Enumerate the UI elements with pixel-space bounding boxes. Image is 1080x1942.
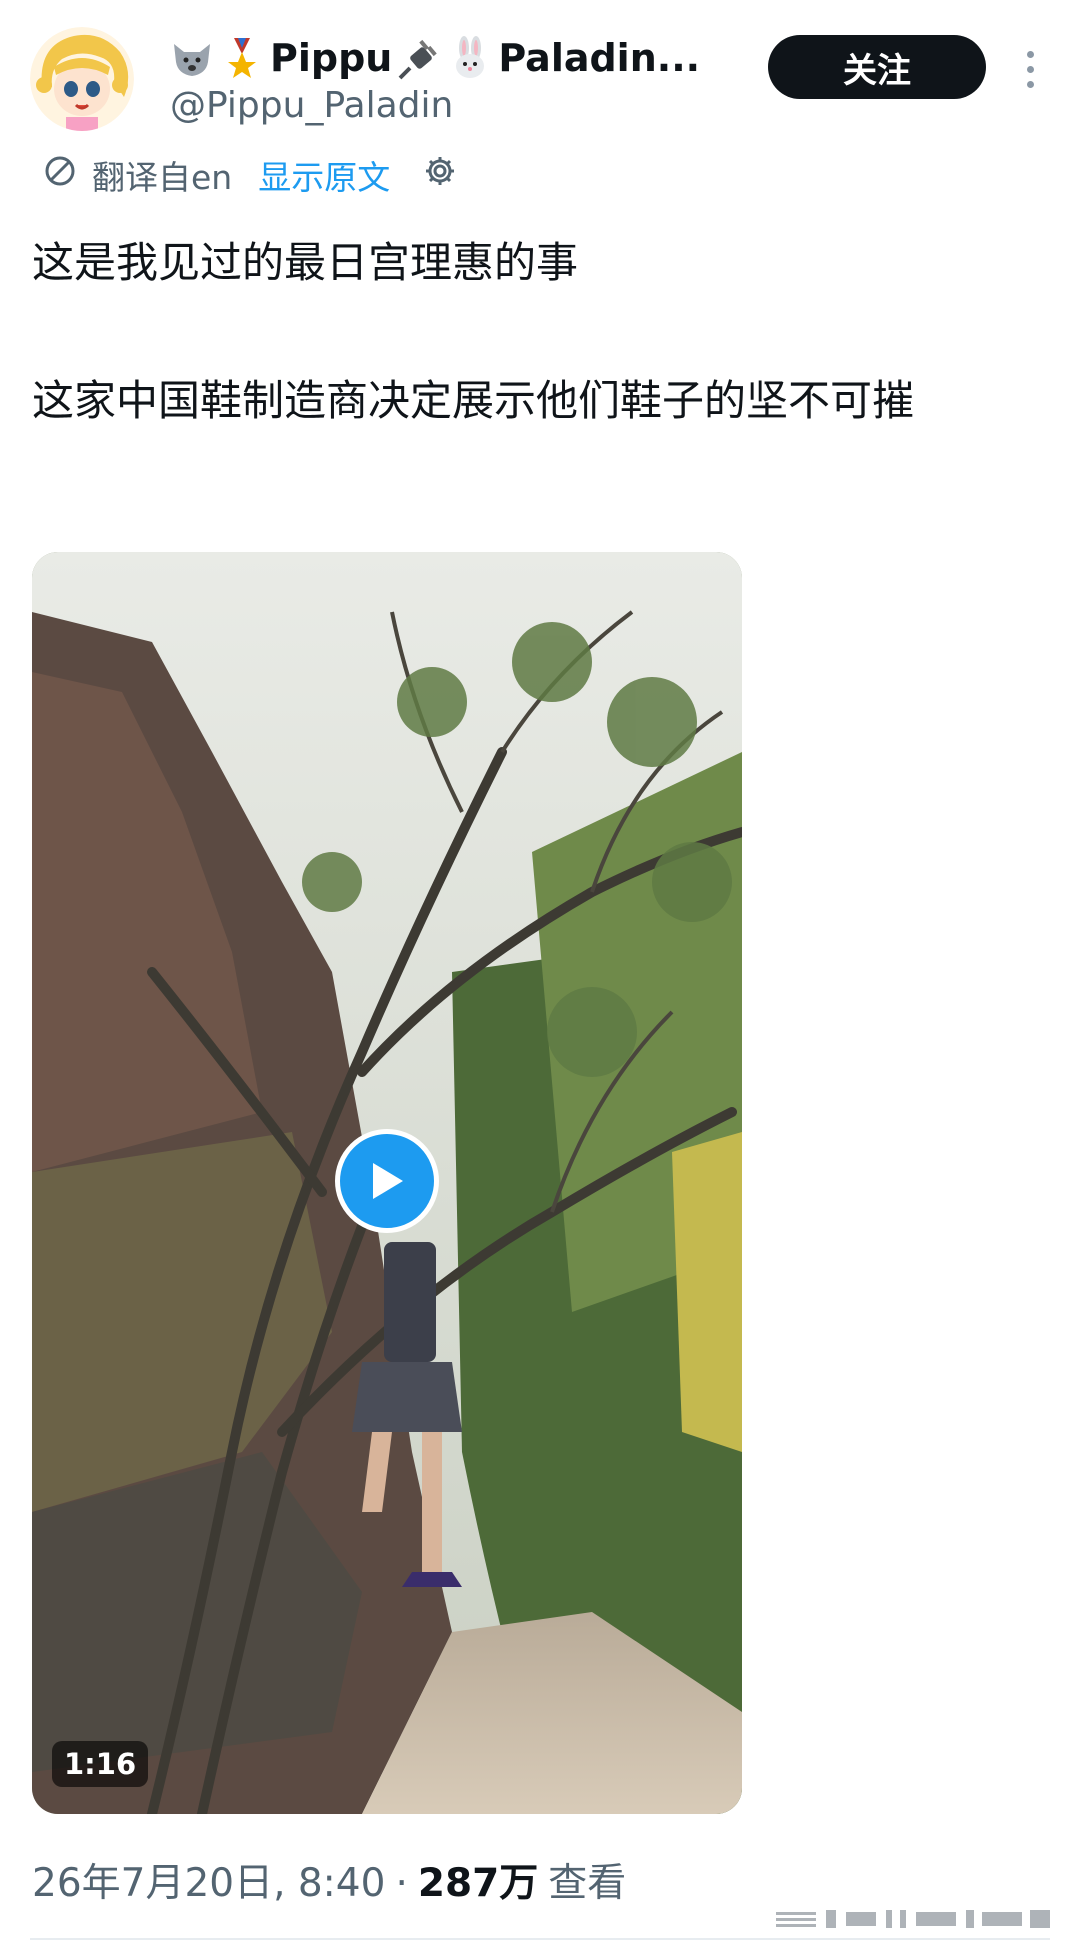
translated-from-label: 翻译自en <box>92 158 233 197</box>
translation-bar: 翻译自en 显示原文 <box>42 150 458 200</box>
video-duration-badge: 1:16 <box>52 1741 149 1787</box>
author-handle[interactable]: @Pippu_Paladin <box>170 85 453 126</box>
timestamp[interactable]: 26年7月20日, 8:40 <box>32 1852 385 1908</box>
avatar[interactable] <box>30 27 134 131</box>
follow-button[interactable]: 关注 <box>768 35 986 99</box>
view-count: 287万 <box>417 1861 539 1906</box>
meta-separator: · <box>395 1861 408 1906</box>
tweet-metadata: 26年7月20日, 8:40 · 287万 查看 <box>32 1852 626 1908</box>
divider <box>30 1938 1050 1940</box>
gear-icon[interactable] <box>422 153 458 197</box>
display-name-tail: Paladin... <box>498 36 701 80</box>
play-icon[interactable] <box>335 1129 439 1233</box>
display-name: Pippu <box>270 36 393 80</box>
video-thumbnail[interactable]: 1:16 <box>32 552 742 1814</box>
plug-icon <box>398 36 442 80</box>
tweet-line-1: 这是我见过的最日宫理惠的事 <box>32 238 579 287</box>
rabbit-icon <box>448 36 492 80</box>
author-name-line[interactable]: Pippu Paladin... <box>170 33 700 83</box>
tweet-text: 这是我见过的最日宫理惠的事 这家中国鞋制造商决定展示他们鞋子的坚不可摧 <box>32 228 1042 436</box>
more-options-icon[interactable] <box>1018 39 1042 99</box>
tweet-line-2: 这家中国鞋制造商决定展示他们鞋子的坚不可摧 <box>32 376 915 425</box>
medal-icon <box>220 36 264 80</box>
translate-icon <box>42 153 78 197</box>
wolf-icon <box>170 36 214 80</box>
views-label: 查看 <box>548 1861 627 1906</box>
tweet-header: Pippu Paladin... @Pippu_Paladin 关注 <box>30 25 1050 135</box>
watermark <box>776 1906 1052 1932</box>
show-original-link[interactable]: 显示原文 <box>258 151 390 199</box>
